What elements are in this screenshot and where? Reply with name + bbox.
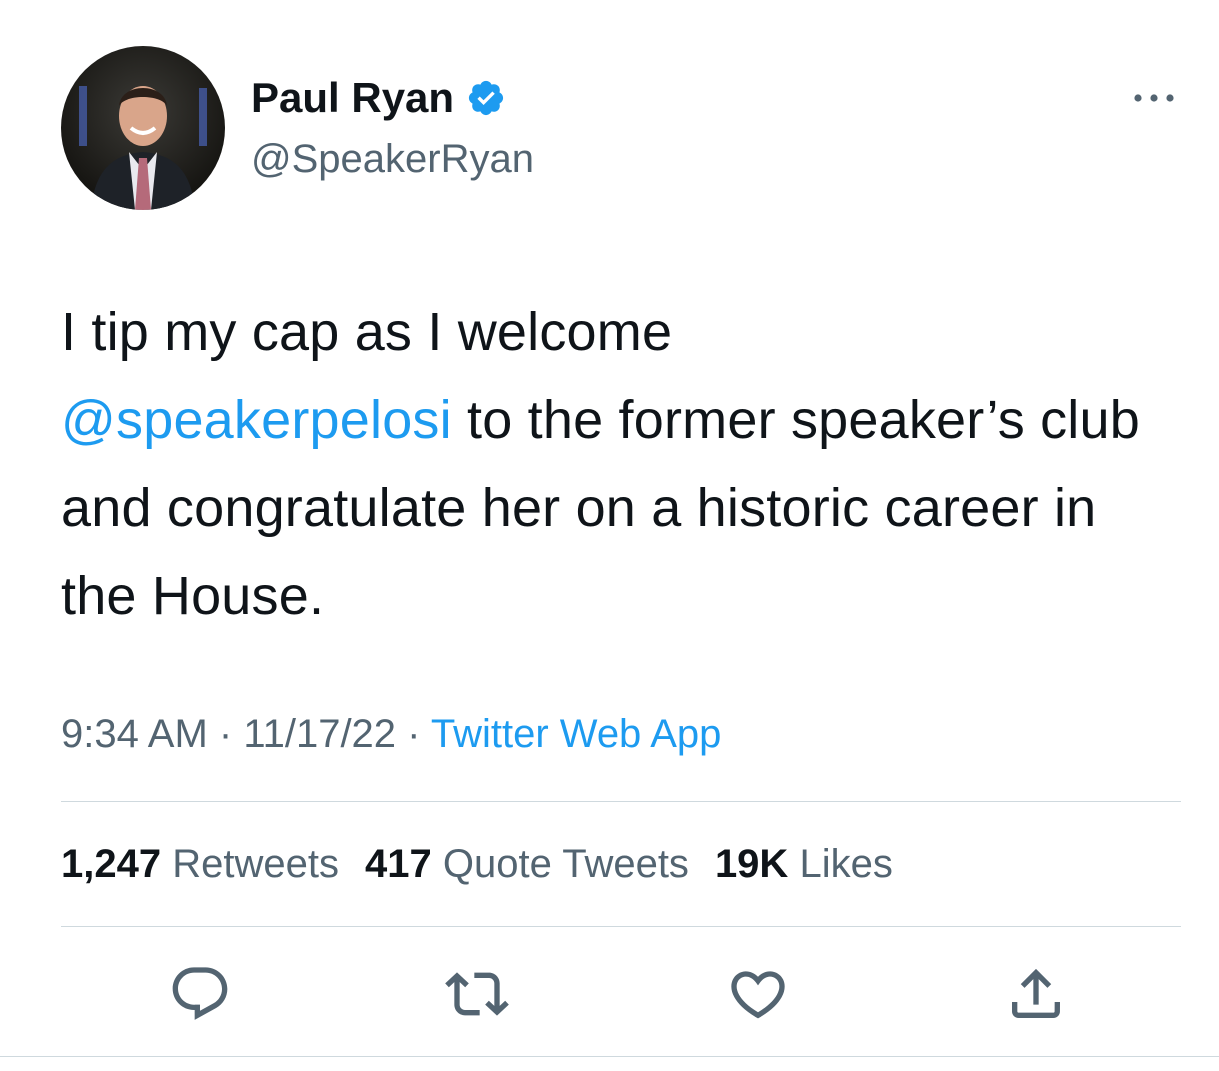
quote-tweets-label: Quote Tweets (442, 842, 689, 886)
more-options-icon[interactable] (1130, 86, 1178, 110)
like-button[interactable] (726, 962, 790, 1026)
divider (61, 926, 1181, 927)
meta-separator: · (207, 712, 244, 756)
tweet-text-before: I tip my cap as I welcome (61, 302, 673, 362)
meta-separator: · (396, 712, 431, 756)
mention-link[interactable]: @speakerpelosi (61, 390, 452, 450)
tweet-metadata: 9:34 AM · 11/17/22 · Twitter Web App (61, 710, 721, 758)
author-display-name[interactable]: Paul Ryan (251, 73, 506, 123)
reply-icon (172, 967, 228, 1020)
divider (0, 1056, 1219, 1057)
share-button[interactable] (1004, 962, 1068, 1026)
reply-button[interactable] (168, 962, 232, 1026)
avatar-image (61, 46, 225, 210)
retweets-count: 1,247 (61, 842, 162, 886)
tweet-time[interactable]: 9:34 AM (61, 712, 208, 756)
quote-tweets-stat[interactable]: 417 Quote Tweets (365, 842, 689, 886)
tweet-stats: 1,247 Retweets 417 Quote Tweets 19K Likes (61, 840, 919, 888)
likes-stat[interactable]: 19K Likes (715, 842, 893, 886)
retweet-button[interactable] (445, 962, 509, 1026)
author-name-text: Paul Ryan (251, 74, 455, 121)
tweet-date[interactable]: 11/17/22 (243, 712, 396, 756)
retweets-label: Retweets (172, 842, 339, 886)
divider (61, 801, 1181, 802)
retweet-icon (445, 972, 509, 1016)
heart-icon (731, 971, 785, 1019)
tweet-text: I tip my cap as I welcome @speakerpelosi … (61, 288, 1171, 640)
author-handle[interactable]: @SpeakerRyan (251, 136, 534, 182)
likes-count: 19K (714, 842, 789, 886)
retweets-stat[interactable]: 1,247 Retweets (61, 842, 339, 886)
verified-badge-icon (468, 80, 504, 116)
tweet-source-link[interactable]: Twitter Web App (431, 712, 722, 756)
quote-tweets-count: 417 (364, 842, 432, 886)
likes-label: Likes (799, 842, 893, 886)
share-icon (1012, 968, 1060, 1018)
avatar[interactable] (61, 46, 225, 210)
